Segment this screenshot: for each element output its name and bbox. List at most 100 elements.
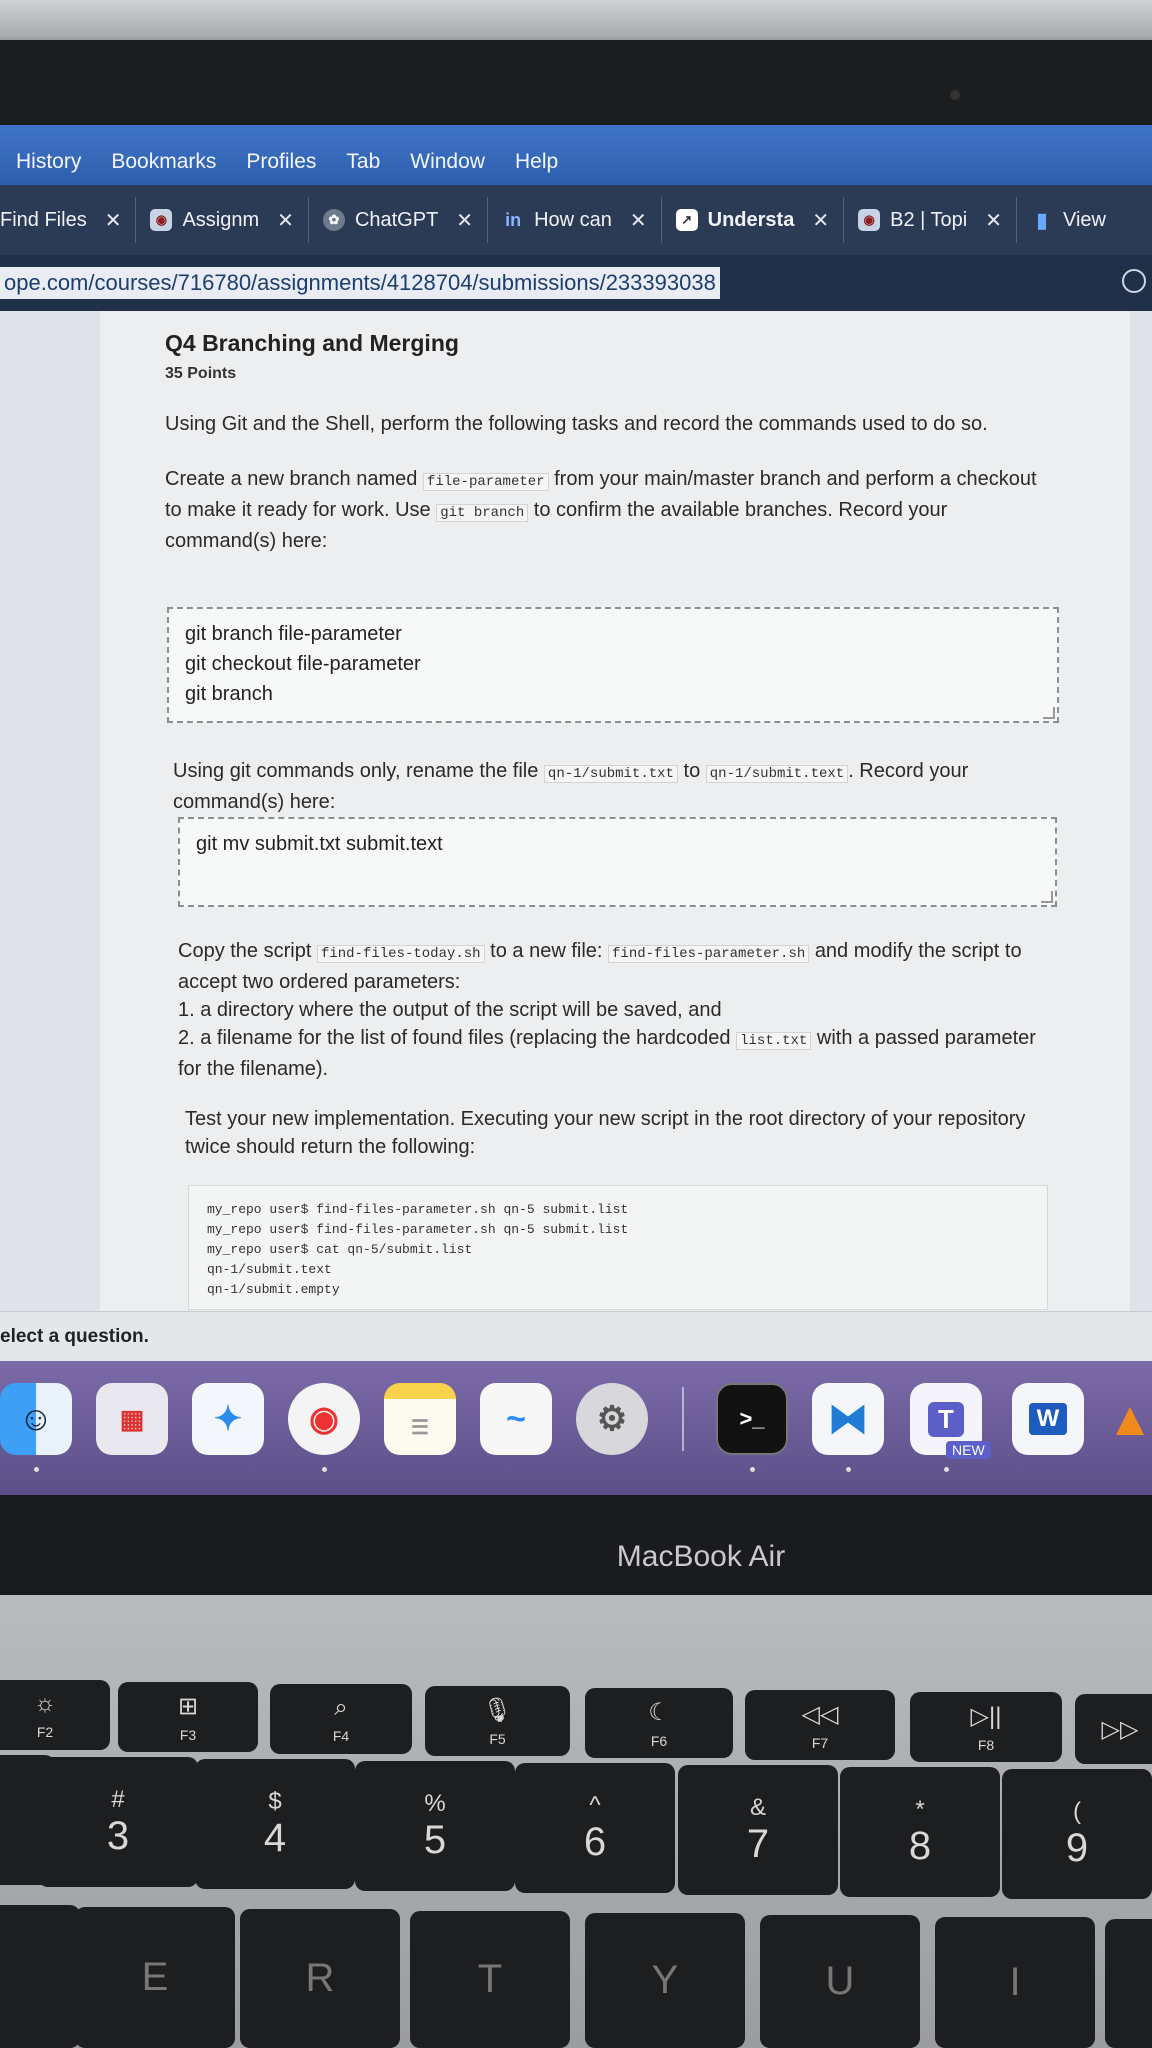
key-r[interactable]: R [240, 1909, 400, 2048]
resize-handle-icon[interactable] [1041, 891, 1053, 903]
menu-bar: History Bookmarks Profiles Tab Window He… [0, 125, 1152, 185]
safari-icon[interactable]: ✦ [192, 1383, 264, 1455]
chrome-icon[interactable]: ◉ [288, 1383, 360, 1455]
key-i[interactable]: I [935, 1917, 1095, 2048]
launchpad-icon[interactable]: ▦ [96, 1383, 168, 1455]
rewind-icon: ◁◁ [801, 1700, 839, 1728]
key-label: F2 [36, 1724, 54, 1740]
key-f4[interactable]: ⌕ F4 [270, 1684, 412, 1754]
tab-assignment[interactable]: ◉ Assignm ✕ [136, 197, 309, 243]
finder-icon[interactable]: ☺ [0, 1383, 72, 1455]
text: to a new file: [490, 940, 603, 962]
key-u[interactable]: U [760, 1915, 920, 2048]
inline-code: list.txt [736, 1032, 812, 1050]
linkedin-icon: in [502, 209, 525, 231]
code-line: qn-1/submit.empty [207, 1282, 340, 1297]
running-indicator [750, 1467, 755, 1472]
key-label: F6 [650, 1732, 668, 1749]
key-label: F4 [332, 1728, 350, 1744]
key-y[interactable]: Y [585, 1913, 745, 2048]
inline-code: git branch [436, 504, 529, 522]
brightness-up-icon: ☼ [34, 1690, 56, 1717]
text: to make it ready for work. Use [165, 499, 431, 521]
key-shift-symbol: $ [268, 1787, 282, 1815]
key-9[interactable]: ( 9 [1002, 1769, 1152, 1899]
laptop-brand-label: MacBook Air [616, 1540, 786, 1573]
close-icon[interactable]: ✕ [277, 208, 294, 233]
key-4[interactable]: $ 4 [195, 1759, 355, 1889]
key-letter: E [141, 1955, 169, 1999]
system-settings-icon[interactable]: ⚙ [576, 1383, 648, 1455]
vscode-icon[interactable]: ⧓ [812, 1383, 884, 1455]
menu-bookmarks[interactable]: Bookmarks [111, 150, 216, 174]
tab-chatgpt[interactable]: ✿ ChatGPT ✕ [309, 197, 489, 243]
freeform-icon[interactable]: ~ [480, 1383, 552, 1455]
tab-label: Assignm [182, 208, 260, 231]
terminal-icon[interactable]: >_ [716, 1383, 788, 1455]
tab-understand[interactable]: ↗ Understa ✕ [662, 197, 845, 243]
new-badge: NEW [946, 1441, 991, 1459]
question-points: 35 Points [165, 365, 237, 382]
menu-history[interactable]: History [16, 150, 81, 174]
dock: ☺ ▦ ✦ ◉ ☰ ~ ⚙ >_ ⧓ T NEW W ▲ [0, 1361, 1152, 1495]
tab-label: View [1062, 208, 1106, 231]
key-f3[interactable]: ⊞ F3 [118, 1682, 258, 1752]
close-icon[interactable]: ✕ [456, 208, 473, 233]
menu-profiles[interactable]: Profiles [246, 150, 316, 174]
key-f2[interactable]: ☼ F2 [0, 1680, 110, 1750]
word-icon[interactable]: W [1012, 1383, 1084, 1455]
running-indicator [944, 1467, 949, 1472]
key-w[interactable] [0, 1905, 80, 2048]
key-8[interactable]: * 8 [840, 1767, 1000, 1897]
text: and modify the script to [814, 940, 1022, 962]
microphone-icon: 🎙 [482, 1696, 513, 1724]
menu-tab[interactable]: Tab [346, 150, 380, 174]
key-f9[interactable]: ▷▷ [1075, 1694, 1152, 1764]
resize-handle-icon[interactable] [1043, 707, 1055, 719]
key-f5[interactable]: 🎙 F5 [425, 1686, 570, 1756]
close-icon[interactable]: ✕ [630, 208, 647, 233]
close-icon[interactable]: ✕ [985, 208, 1002, 233]
key-7[interactable]: & 7 [678, 1765, 838, 1895]
tab-find-files[interactable]: Find Files ✕ [0, 197, 137, 243]
task1-text: Create a new branch named file-parameter… [165, 465, 1065, 555]
key-digit: 3 [106, 1813, 130, 1858]
code-line: qn-1/submit.text [207, 1262, 332, 1277]
key-5[interactable]: % 5 [355, 1761, 515, 1891]
key-e[interactable]: E [75, 1907, 235, 2048]
tab-b2-topic[interactable]: ◉ B2 | Topi ✕ [844, 197, 1017, 243]
running-indicator [34, 1467, 39, 1472]
screen: History Bookmarks Profiles Tab Window He… [0, 125, 1152, 1495]
tab-bar: Find Files ✕ ◉ Assignm ✕ ✿ ChatGPT ✕ in … [0, 185, 1152, 255]
question-title: Q4 Branching and Merging [165, 330, 459, 356]
status-text: elect a question. [0, 1326, 149, 1347]
mission-control-icon: ⊞ [177, 1692, 199, 1720]
text: command(s) here: [173, 791, 336, 813]
expected-output-codeblock: my_repo user$ find-files-parameter.sh qn… [188, 1185, 1048, 1310]
menu-help[interactable]: Help [515, 150, 558, 174]
key-t[interactable]: T [410, 1911, 570, 2048]
key-f8[interactable]: ▷|| F8 [910, 1692, 1062, 1762]
text: for the filename). [178, 1058, 329, 1080]
answer-field-task1[interactable]: git branch file-parameter git checkout f… [167, 607, 1059, 723]
key-letter: T [477, 1957, 503, 2001]
notes-icon[interactable]: ☰ [384, 1383, 456, 1455]
key-6[interactable]: ^ 6 [515, 1763, 675, 1893]
tab-label: How can [534, 208, 612, 231]
tab-linkedin[interactable]: in How can ✕ [488, 197, 662, 243]
reload-icon[interactable] [1122, 269, 1146, 293]
answer-field-task2[interactable]: git mv submit.txt submit.text [178, 817, 1057, 907]
key-f6[interactable]: ☾ F6 [585, 1688, 733, 1758]
close-icon[interactable]: ✕ [105, 208, 122, 233]
key-shift-symbol: % [424, 1789, 446, 1817]
inline-code: qn-1/submit.txt [543, 765, 678, 783]
key-o[interactable] [1105, 1919, 1152, 2048]
tab-view[interactable]: ▮ View [1017, 197, 1120, 243]
vlc-icon[interactable]: ▲ [1106, 1383, 1152, 1455]
task2-text: Using git commands only, rename the file… [173, 757, 1073, 816]
menu-window[interactable]: Window [410, 150, 485, 174]
url-field[interactable]: ope.com/courses/716780/assignments/41287… [0, 267, 720, 299]
key-3[interactable]: # 3 [38, 1757, 198, 1887]
close-icon[interactable]: ✕ [812, 208, 829, 233]
key-f7[interactable]: ◁◁ F7 [745, 1690, 895, 1760]
